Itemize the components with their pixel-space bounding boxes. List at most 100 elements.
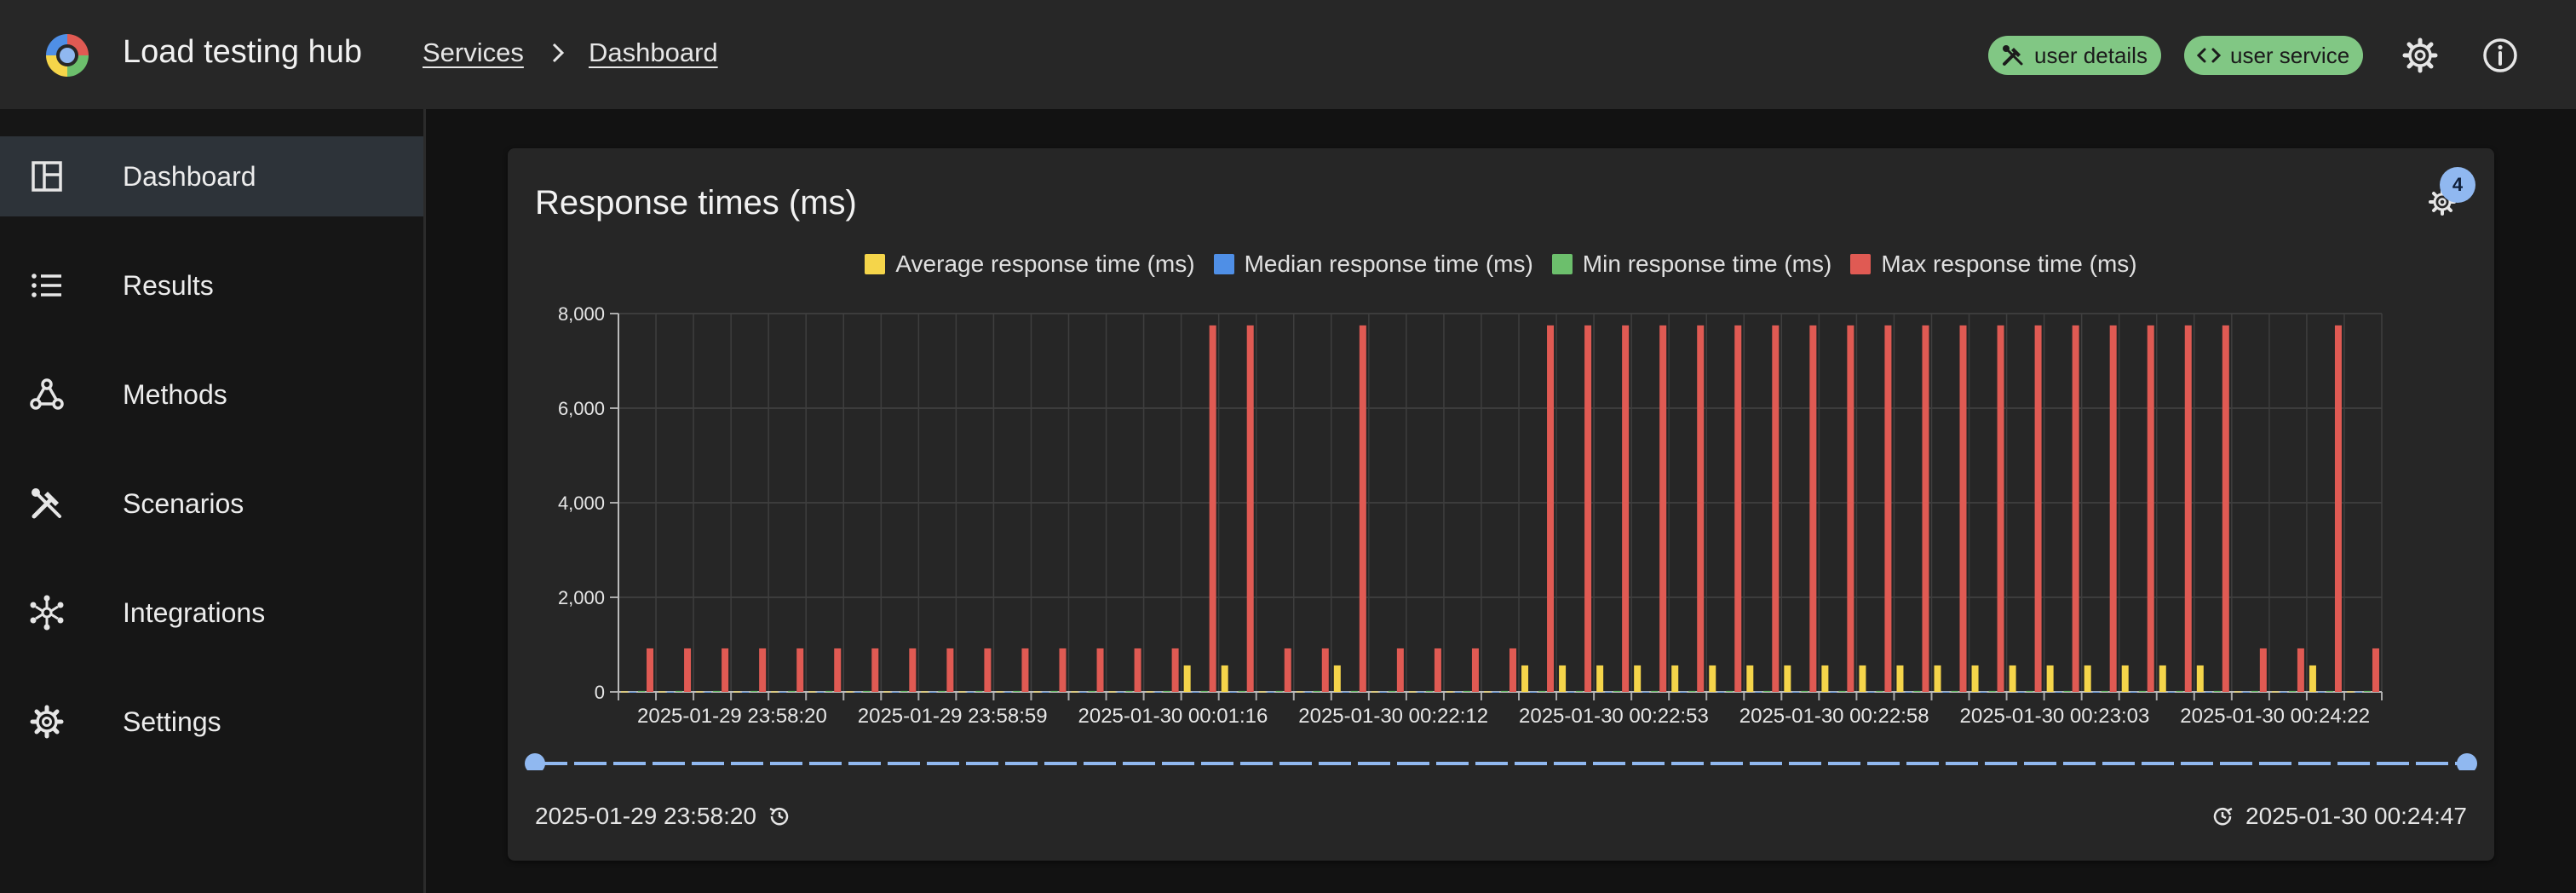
bar-max[interactable] xyxy=(1547,325,1555,692)
bar-min[interactable] xyxy=(900,690,908,692)
breadcrumb-services[interactable]: Services xyxy=(423,37,524,68)
bar-average[interactable] xyxy=(2159,665,2166,692)
bar-median[interactable] xyxy=(854,691,862,693)
bar-max[interactable] xyxy=(2184,325,2192,692)
bar-min[interactable] xyxy=(1801,690,1808,692)
bar-median[interactable] xyxy=(779,691,787,693)
legend-item-max[interactable]: Max response time (ms) xyxy=(1850,251,2137,278)
bar-min[interactable] xyxy=(1388,690,1395,692)
bar-max[interactable] xyxy=(647,648,654,692)
bar-average[interactable] xyxy=(921,691,929,693)
bar-median[interactable] xyxy=(1567,691,1575,693)
bar-median[interactable] xyxy=(1905,691,1912,693)
bar-max[interactable] xyxy=(871,648,879,692)
bar-max[interactable] xyxy=(1134,648,1141,692)
bar-min[interactable] xyxy=(788,690,796,692)
bar-min[interactable] xyxy=(2213,690,2221,692)
bar-average[interactable] xyxy=(1108,691,1116,693)
sidebar-item-settings[interactable]: Settings xyxy=(0,682,423,762)
bar-median[interactable] xyxy=(630,691,637,693)
bar-max[interactable] xyxy=(722,648,729,692)
bar-median[interactable] xyxy=(1492,691,1499,693)
bar-average[interactable] xyxy=(1559,665,1567,692)
bar-median[interactable] xyxy=(1530,691,1538,693)
bar-max[interactable] xyxy=(1697,325,1705,692)
bar-average[interactable] xyxy=(1859,665,1866,692)
sidebar-item-scenarios[interactable]: Scenarios xyxy=(0,464,423,544)
bar-min[interactable] xyxy=(2063,690,2071,692)
bar-max[interactable] xyxy=(2109,325,2117,692)
bar-average[interactable] xyxy=(1596,665,1604,692)
bar-median[interactable] xyxy=(1267,691,1274,693)
bar-min[interactable] xyxy=(975,690,983,692)
bar-average[interactable] xyxy=(2196,665,2204,692)
breadcrumb-dashboard[interactable]: Dashboard xyxy=(589,37,718,68)
bar-average[interactable] xyxy=(2009,665,2016,692)
bar-median[interactable] xyxy=(1605,691,1613,693)
bar-average[interactable] xyxy=(1408,691,1416,693)
bar-max[interactable] xyxy=(2259,648,2267,692)
bar-min[interactable] xyxy=(2176,690,2183,692)
bar-min[interactable] xyxy=(1163,690,1170,692)
info-icon[interactable] xyxy=(2479,34,2521,77)
bar-max[interactable] xyxy=(2034,325,2042,692)
bar-average[interactable] xyxy=(2234,691,2241,693)
bar-max[interactable] xyxy=(1884,325,1892,692)
chip-user-details[interactable]: user details xyxy=(1988,36,2161,75)
bar-min[interactable] xyxy=(1501,690,1508,692)
bar-min[interactable] xyxy=(1275,690,1283,692)
bar-average[interactable] xyxy=(771,691,779,693)
bar-max[interactable] xyxy=(1734,325,1742,692)
bar-max[interactable] xyxy=(2297,648,2304,692)
bar-max[interactable] xyxy=(1171,648,1179,692)
bar-min[interactable] xyxy=(1050,690,1058,692)
bar-min[interactable] xyxy=(1688,690,1696,692)
bar-median[interactable] xyxy=(1154,691,1162,693)
bar-min[interactable] xyxy=(750,690,758,692)
bar-min[interactable] xyxy=(1763,690,1771,692)
bar-average[interactable] xyxy=(2309,665,2316,692)
bar-average[interactable] xyxy=(996,691,1003,693)
bar-average[interactable] xyxy=(1333,665,1341,692)
bar-max[interactable] xyxy=(1096,648,1104,692)
bar-max[interactable] xyxy=(1922,325,1929,692)
bar-average[interactable] xyxy=(1521,665,1529,692)
bar-average[interactable] xyxy=(2084,665,2091,692)
bar-median[interactable] xyxy=(2355,691,2362,693)
bar-median[interactable] xyxy=(2242,691,2250,693)
bar-median[interactable] xyxy=(1229,691,1237,693)
bar-median[interactable] xyxy=(1755,691,1762,693)
bar-max[interactable] xyxy=(1659,325,1667,692)
bar-median[interactable] xyxy=(1417,691,1424,693)
legend-item-median[interactable]: Median response time (ms) xyxy=(1213,251,1533,278)
bar-average[interactable] xyxy=(1934,665,1941,692)
bar-median[interactable] xyxy=(2167,691,2175,693)
bar-min[interactable] xyxy=(1125,690,1133,692)
bar-max[interactable] xyxy=(2147,325,2154,692)
bar-min[interactable] xyxy=(1200,690,1208,692)
range-slider-start-handle[interactable] xyxy=(525,753,545,770)
bar-average[interactable] xyxy=(1634,665,1642,692)
bar-median[interactable] xyxy=(1454,691,1462,693)
bar-max[interactable] xyxy=(1246,325,1254,692)
sidebar-item-integrations[interactable]: Integrations xyxy=(0,573,423,653)
bar-average[interactable] xyxy=(1821,665,1829,692)
bar-max[interactable] xyxy=(1284,648,1291,692)
bar-min[interactable] xyxy=(676,690,683,692)
bar-max[interactable] xyxy=(1622,325,1630,692)
bar-median[interactable] xyxy=(1004,691,1012,693)
bar-median[interactable] xyxy=(1304,691,1312,693)
bar-median[interactable] xyxy=(1867,691,1875,693)
bar-average[interactable] xyxy=(958,691,966,693)
gear-icon[interactable] xyxy=(2399,34,2441,77)
bar-min[interactable] xyxy=(2101,690,2108,692)
bar-median[interactable] xyxy=(2205,691,2212,693)
bar-average[interactable] xyxy=(1033,691,1041,693)
bar-min[interactable] xyxy=(1913,690,1921,692)
bar-median[interactable] xyxy=(667,691,675,693)
bar-median[interactable] xyxy=(2017,691,2025,693)
bar-max[interactable] xyxy=(834,648,842,692)
bar-min[interactable] xyxy=(1350,690,1358,692)
bar-min[interactable] xyxy=(2363,690,2371,692)
bar-max[interactable] xyxy=(1809,325,1817,692)
